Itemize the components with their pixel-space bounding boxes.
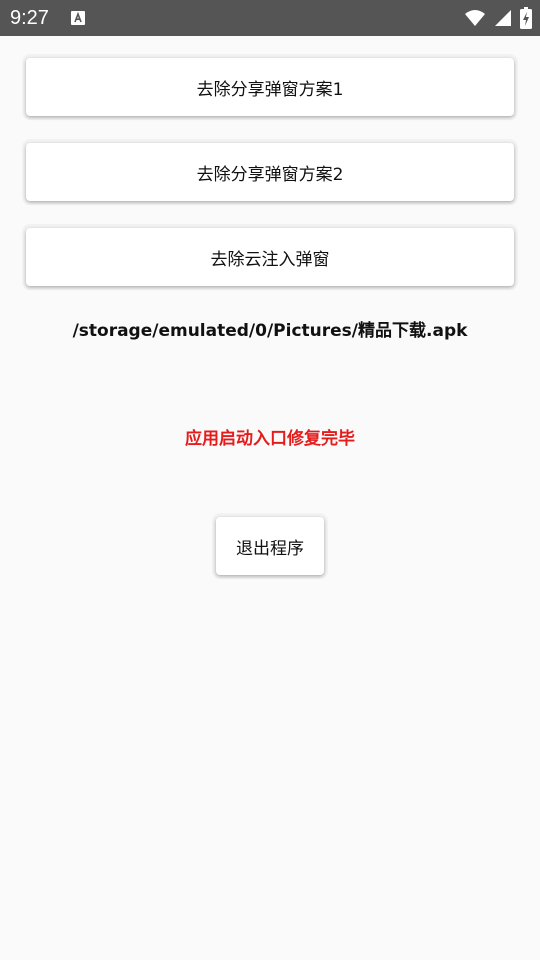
status-time: 9:27 — [10, 7, 49, 29]
status-message: 应用启动入口修复完毕 — [185, 429, 355, 449]
font-a-icon — [70, 10, 86, 26]
status-icons — [464, 6, 532, 30]
wifi-icon — [464, 9, 486, 27]
status-bar: 9:27 — [0, 0, 540, 36]
remove-cloud-injection-popup-button[interactable]: 去除云注入弹窗 — [26, 228, 514, 286]
main-content: 去除分享弹窗方案1 去除分享弹窗方案2 去除云注入弹窗 /storage/emu… — [0, 36, 540, 960]
battery-charging-icon — [520, 7, 532, 29]
remove-share-popup-1-button[interactable]: 去除分享弹窗方案1 — [26, 58, 514, 116]
signal-icon — [494, 9, 512, 27]
exit-button[interactable]: 退出程序 — [216, 517, 324, 575]
file-path-text: /storage/emulated/0/Pictures/精品下载.apk — [72, 321, 468, 341]
remove-share-popup-2-button[interactable]: 去除分享弹窗方案2 — [26, 143, 514, 201]
